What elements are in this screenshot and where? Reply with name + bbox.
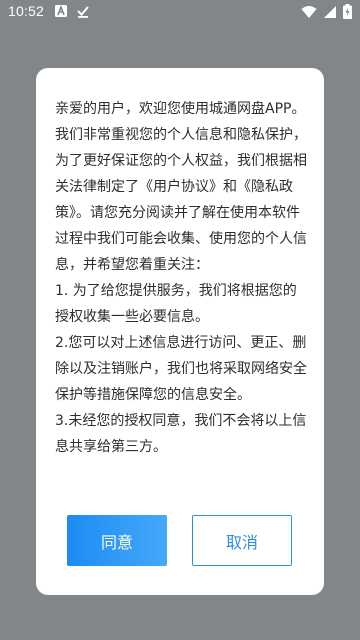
dialog-paragraph: 我们非常重视您的个人信息和隐私保护，为了更好保证您的个人权益，我们根据相关法律制… bbox=[55, 127, 307, 273]
status-bar: 10:52 bbox=[0, 0, 360, 24]
privacy-text: 亲爱的用户，欢迎您使用城通网盘APP。 我们非常重视您的个人信息和隐私保护，为了… bbox=[55, 96, 307, 460]
app-a-icon bbox=[55, 4, 67, 17]
notification-icons bbox=[54, 4, 90, 18]
status-time: 10:52 bbox=[8, 3, 45, 19]
battery-charging-icon bbox=[343, 4, 352, 19]
dialog-paragraph: 2.您可以对上述信息进行访问、更正、删除以及注销账户，我们也将采取网络安全保护等… bbox=[55, 335, 307, 403]
cell-signal-icon bbox=[324, 5, 336, 18]
dialog-paragraph: 亲爱的用户，欢迎您使用城通网盘APP。 bbox=[55, 101, 306, 117]
dialog-paragraph: 3.未经您的授权同意，我们不会将以上信息共享给第三方。 bbox=[55, 413, 307, 455]
cancel-button[interactable]: 取消 bbox=[192, 515, 292, 566]
download-complete-icon bbox=[77, 6, 89, 18]
agree-button[interactable]: 同意 bbox=[67, 515, 167, 566]
privacy-dialog: 亲爱的用户，欢迎您使用城通网盘APP。 我们非常重视您的个人信息和隐私保护，为了… bbox=[36, 68, 324, 595]
system-icons bbox=[301, 4, 352, 19]
wifi-icon bbox=[301, 5, 317, 18]
dialog-paragraph: 1. 为了给您提供服务，我们将根据您的授权收集一些必要信息。 bbox=[55, 283, 297, 325]
